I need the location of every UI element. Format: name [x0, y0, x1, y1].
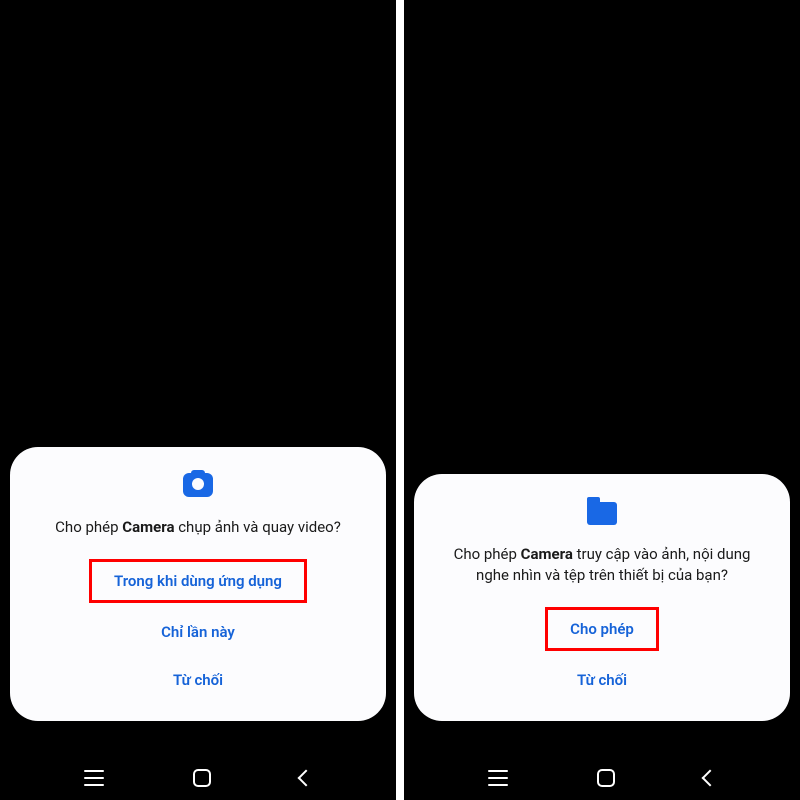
permission-message: Cho phép Camera truy cập vào ảnh, nội du… — [434, 544, 770, 588]
message-prefix: Cho phép — [55, 518, 122, 536]
allow-while-using-button[interactable]: Trong khi dùng ứng dụng — [89, 559, 307, 603]
folder-icon — [586, 498, 618, 526]
recents-button[interactable] — [488, 770, 508, 786]
navigation-bar — [0, 756, 396, 800]
phone-screen-left: Cho phép Camera chụp ảnh và quay video? … — [0, 0, 396, 800]
home-button[interactable] — [193, 769, 211, 787]
phone-screen-right: Cho phép Camera truy cập vào ảnh, nội du… — [404, 0, 800, 800]
message-suffix: chụp ảnh và quay video? — [174, 518, 340, 536]
home-button[interactable] — [597, 769, 615, 787]
back-button[interactable] — [297, 770, 314, 787]
deny-button[interactable]: Từ chối — [559, 659, 645, 701]
back-button[interactable] — [701, 770, 718, 787]
permission-message: Cho phép Camera chụp ảnh và quay video? — [51, 517, 345, 539]
deny-button[interactable]: Từ chối — [155, 659, 241, 701]
only-this-time-button[interactable]: Chỉ lần này — [143, 611, 253, 653]
message-prefix: Cho phép — [454, 545, 521, 563]
navigation-bar — [404, 756, 800, 800]
screen-content: Cho phép Camera chụp ảnh và quay video? … — [0, 0, 396, 756]
message-bold: Camera — [122, 518, 174, 536]
message-bold: Camera — [521, 545, 573, 563]
permission-dialog-camera: Cho phép Camera chụp ảnh và quay video? … — [10, 447, 386, 721]
permission-dialog-storage: Cho phép Camera truy cập vào ảnh, nội du… — [414, 474, 790, 722]
screen-content: Cho phép Camera truy cập vào ảnh, nội du… — [404, 0, 800, 756]
camera-icon — [182, 471, 214, 499]
allow-button[interactable]: Cho phép — [545, 607, 659, 651]
recents-button[interactable] — [84, 770, 104, 786]
